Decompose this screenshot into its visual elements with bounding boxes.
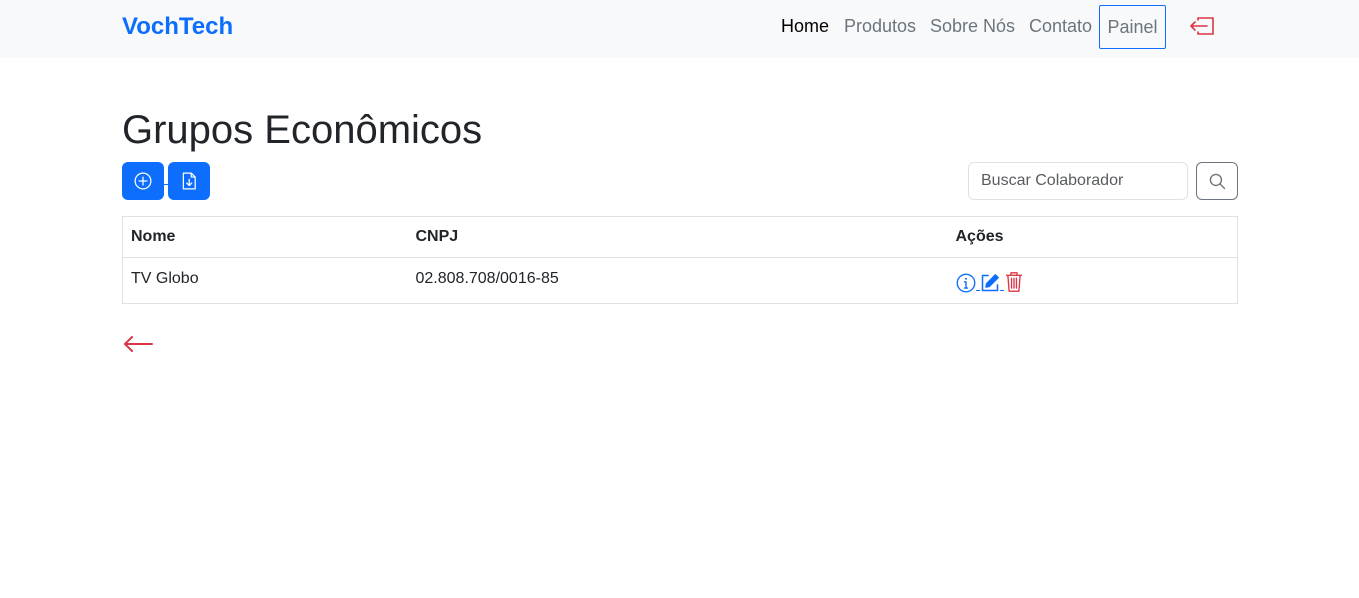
arrow-left-icon [124, 336, 153, 352]
cell-acoes [948, 258, 1238, 304]
page-title: Grupos Econômicos [122, 108, 483, 152]
column-header-nome: Nome [122, 216, 408, 258]
column-header-cnpj: CNPJ [407, 216, 948, 258]
edit-button[interactable] [980, 269, 1004, 293]
search-icon [1209, 173, 1225, 189]
column-header-acoes: Ações [947, 216, 1238, 258]
nav-link-produtos[interactable]: Produtos [844, 15, 916, 37]
economic-groups-table: Nome CNPJ Ações TV Globo 02.808.708/0016… [122, 216, 1238, 304]
brand-logo[interactable]: VochTech [122, 12, 233, 41]
nav-link-home[interactable]: Home [781, 15, 829, 37]
info-circle-icon [956, 273, 975, 293]
back-button[interactable] [122, 332, 154, 356]
plus-circle-icon [134, 172, 152, 190]
file-arrow-down-icon [182, 172, 196, 190]
table-row: TV Globo 02.808.708/0016-85 [123, 258, 1238, 304]
table-header-row: Nome CNPJ Ações [122, 216, 1238, 258]
delete-button[interactable] [1004, 269, 1024, 293]
pencil-square-icon [981, 274, 999, 292]
painel-button[interactable]: Painel [1099, 5, 1166, 49]
trash-icon [1005, 272, 1022, 292]
logout-button[interactable] [1188, 13, 1216, 39]
navbar: VochTech Home Produtos Sobre Nós Contato… [0, 0, 1359, 58]
info-button[interactable] [956, 269, 980, 293]
nav-link-contato[interactable]: Contato [1029, 15, 1092, 37]
box-arrow-left-icon [1190, 17, 1214, 35]
search-button[interactable] [1196, 162, 1238, 200]
search-input[interactable] [968, 162, 1188, 200]
cell-cnpj: 02.808.708/0016-85 [415, 270, 559, 287]
add-button[interactable] [122, 162, 164, 200]
export-button[interactable] [168, 162, 210, 200]
cell-nome: TV Globo [131, 270, 199, 287]
nav-link-sobre-nos[interactable]: Sobre Nós [930, 15, 1015, 37]
